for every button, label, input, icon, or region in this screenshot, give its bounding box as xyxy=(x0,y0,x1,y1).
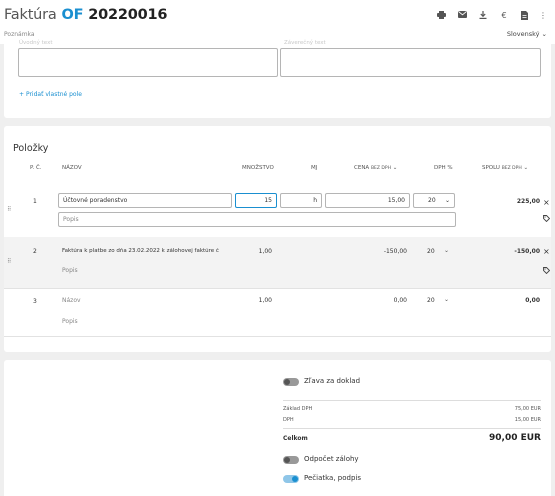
table-row[interactable] xyxy=(4,237,551,288)
download-icon[interactable] xyxy=(478,11,488,21)
euro-icon[interactable]: € xyxy=(499,11,509,21)
row-total: -150,00 xyxy=(514,248,540,255)
title-number: 20220016 xyxy=(88,7,168,23)
chevron-down-icon: ⌄ xyxy=(541,30,547,38)
summary-divider xyxy=(283,428,541,429)
row-divider xyxy=(4,336,551,337)
email-icon[interactable] xyxy=(457,11,467,21)
row-number: 2 xyxy=(33,248,37,255)
column-header-name: NÁZOV xyxy=(62,165,82,171)
item-description[interactable]: Popis xyxy=(62,267,78,274)
title-series: OF xyxy=(61,7,84,23)
add-custom-field-label: Pridať vlastné pole xyxy=(25,91,82,98)
column-header-price[interactable]: CENA BEZ DPH ⌄ xyxy=(354,165,397,171)
title-prefix: Faktúra xyxy=(4,7,57,23)
page-title: Faktúra OF 20220016 xyxy=(4,7,168,23)
chevron-down-icon: ⌄ xyxy=(392,165,398,171)
item-quantity[interactable]: 1,00 xyxy=(230,248,272,255)
vat-value: 15,00 EUR xyxy=(514,417,541,423)
total-header-sub: BEZ DPH xyxy=(501,166,522,171)
intro-text-area[interactable] xyxy=(18,48,278,77)
item-vat[interactable]: 20 xyxy=(427,297,435,304)
plus-icon: + xyxy=(19,91,26,98)
row-number: 1 xyxy=(33,198,37,205)
column-header-total[interactable]: SPOLU BEZ DPH ⌄ xyxy=(482,165,528,171)
chevron-down-icon[interactable]: ⌄ xyxy=(444,296,449,303)
more-menu-icon[interactable]: ⋮ xyxy=(538,11,548,21)
closing-text-area[interactable] xyxy=(280,48,541,77)
advance-deduction-toggle[interactable] xyxy=(283,456,299,464)
language-select[interactable]: Slovenský ⌄ xyxy=(507,30,547,38)
chevron-down-icon: ⌄ xyxy=(445,197,451,204)
remove-row-icon[interactable]: × xyxy=(543,247,550,256)
total-value: 90,00 EUR xyxy=(489,433,541,443)
column-header-quantity: MNOŽSTVO xyxy=(242,165,274,171)
item-name[interactable]: Faktúra k platbe zo dňa 23.02.2022 k zál… xyxy=(62,248,258,254)
closing-text-label: Záverečný text xyxy=(284,40,326,46)
page-header: Faktúra OF 20220016 Poznámka € ⋮ Slovens… xyxy=(0,0,555,44)
item-quantity[interactable]: 1,00 xyxy=(230,297,272,304)
chevron-down-icon: ⌄ xyxy=(523,165,529,171)
item-price[interactable]: -150,00 xyxy=(325,248,407,255)
vat-base-label: Základ DPH xyxy=(283,406,313,412)
column-header-vat: DPH % xyxy=(434,165,453,171)
item-quantity-input[interactable]: 15 xyxy=(235,193,277,208)
language-label: Slovenský xyxy=(506,30,540,38)
advance-deduction-label: Odpočet zálohy xyxy=(304,455,359,463)
item-price[interactable]: 0,00 xyxy=(325,297,407,304)
note-link[interactable]: Poznámka xyxy=(4,31,35,38)
discount-label: Zľava za doklad xyxy=(304,377,361,385)
item-name-input[interactable]: Účtovné poradenstvo xyxy=(58,193,232,208)
items-title: Položky xyxy=(13,143,49,154)
price-header-sub: BEZ DPH xyxy=(370,166,391,171)
vat-base-value: 75,00 EUR xyxy=(514,406,541,412)
tag-icon[interactable] xyxy=(543,267,551,276)
stamp-signature-toggle[interactable] xyxy=(283,475,299,483)
intro-text-label: Úvodný text xyxy=(19,40,53,46)
row-total: 225,00 xyxy=(516,198,540,205)
summary-divider xyxy=(283,400,541,401)
total-label: Celkom xyxy=(283,435,308,442)
item-name[interactable]: Názov xyxy=(62,297,81,304)
vat-value: 20 xyxy=(428,197,436,204)
drag-handle-icon[interactable]: ⠿ xyxy=(7,206,11,213)
item-vat[interactable]: 20 xyxy=(427,248,435,255)
tag-icon[interactable] xyxy=(543,215,551,224)
discount-toggle[interactable] xyxy=(283,378,299,386)
column-header-unit: MJ xyxy=(311,165,318,171)
item-unit-input[interactable]: h xyxy=(280,193,322,208)
item-description-input[interactable]: Popis xyxy=(58,212,456,227)
drag-handle-icon[interactable]: ⠿ xyxy=(7,258,11,265)
vat-label: DPH xyxy=(283,417,294,423)
row-number: 3 xyxy=(33,298,37,305)
chevron-down-icon[interactable]: ⌄ xyxy=(444,247,449,254)
row-total: 0,00 xyxy=(525,297,540,304)
item-vat-select[interactable]: 20 ⌄ xyxy=(413,193,455,208)
total-header-label: SPOLU xyxy=(482,165,500,171)
item-description[interactable]: Popis xyxy=(62,318,78,325)
price-header-label: CENA xyxy=(354,165,370,171)
item-price-input[interactable]: 15,00 xyxy=(325,193,410,208)
description-placeholder: Popis xyxy=(63,216,79,223)
row-divider xyxy=(4,288,551,289)
remove-row-icon[interactable]: × xyxy=(543,198,550,207)
document-icon[interactable] xyxy=(519,11,529,21)
add-custom-field-link[interactable]: + Pridať vlastné pole xyxy=(19,91,82,98)
column-header-no: P. Č. xyxy=(30,165,42,171)
print-icon[interactable] xyxy=(436,11,446,21)
stamp-signature-label: Pečiatka, podpis xyxy=(304,474,361,482)
